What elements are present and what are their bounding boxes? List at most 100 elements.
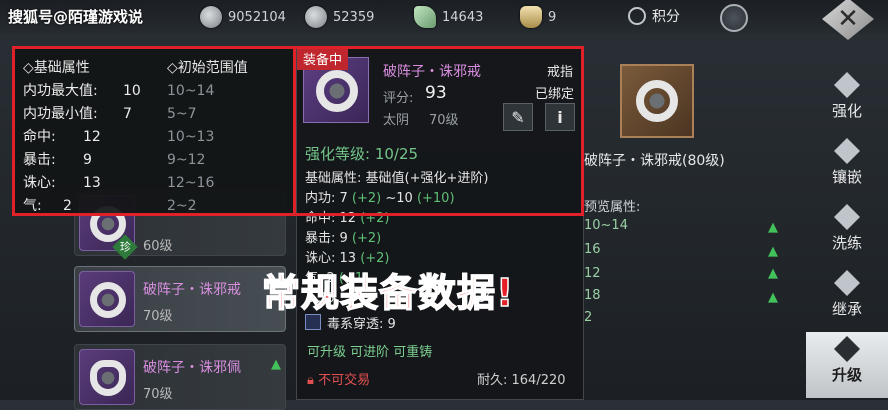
list-item-selected[interactable]: 破阵子・诛邪戒 70级 (74, 266, 286, 332)
compare-item-name: 破阵子・诛邪戒(80级) (584, 153, 725, 169)
equipped-tag: 装备中 (297, 47, 349, 70)
pendant-icon (90, 360, 126, 396)
range-value: 10~13 (167, 129, 215, 145)
points-label: 积分 (652, 9, 680, 25)
ring-icon (316, 70, 358, 112)
item-level: 70级 (143, 309, 173, 324)
jade-leaf-icon (414, 6, 436, 28)
upgrade-icon (834, 336, 860, 362)
currency-value: 9 (548, 9, 557, 25)
preview-label: 预览属性: (584, 200, 641, 215)
stat-row: 气: 2 (23, 198, 72, 214)
base-formula: 基础属性: 基础值(+强化+进阶) (305, 171, 489, 186)
refine-icon (834, 204, 860, 230)
preview-value: 16 (584, 242, 601, 257)
list-item[interactable]: 破阵子・诛邪佩 ▲ 70级 (74, 344, 286, 410)
preview-value: 18 (584, 288, 601, 303)
stat-row: 内功最小值: 7 (23, 106, 132, 122)
enhance-level: 强化等级: 10/25 (305, 145, 419, 163)
affinity: 太阴 (383, 113, 410, 128)
settings-button[interactable] (720, 4, 748, 32)
detail-item-name: 破阵子・诛邪戒 (383, 64, 481, 80)
upgrade-arrow-icon: ▲ (768, 220, 778, 235)
base-stats-panel: ◇基础属性 内功最大值: 10 内功最小值: 7 命中: 12 暴击: 9 诛心: 13 … (12, 46, 296, 216)
item-level: 70级 (143, 387, 173, 402)
range-header: ◇初始范围值 (167, 60, 248, 76)
nav-label: 升级 (831, 366, 862, 384)
range-value: 9~12 (167, 152, 206, 168)
silver-coin-icon (200, 6, 222, 28)
preview-value: 10~14 (584, 218, 628, 233)
upgrade-arrow-icon: ▲ (768, 290, 778, 305)
currency-silver: 9052104 (200, 6, 286, 28)
stats-values: ◇基础属性 内功最大值: 10 内功最小值: 7 命中: 12 暴击: 9 诛心: 13 … (23, 57, 141, 218)
base-stats-header: ◇基础属性 (23, 60, 90, 76)
currency-bound-silver: 52359 (305, 6, 374, 28)
stats-ranges: ◇初始范围值 10~14 5~7 10~13 9~12 12~16 2~2 (167, 57, 248, 218)
stat-row: 诛心: 13 (23, 175, 101, 191)
brush-button[interactable]: ✎ (503, 103, 533, 131)
item-thumbnail (79, 271, 135, 327)
stat-line: 内功: 7 (+2) ~10 (+10) (305, 191, 455, 206)
stat-line: 暴击: 9 (+2) (305, 231, 382, 246)
nav-refine[interactable]: 洗练 (806, 200, 888, 266)
item-level: 60级 (143, 239, 173, 254)
detail-item-type: 戒指 (547, 65, 574, 80)
close-button[interactable]: ✕ (822, 0, 874, 40)
upgrade-arrow-icon: ▲ (768, 266, 778, 281)
currency-value: 14643 (442, 9, 484, 25)
stat-row: 内功最大值: 10 (23, 83, 141, 99)
nav-inherit[interactable]: 继承 (806, 266, 888, 332)
bound-status: 已绑定 (535, 87, 575, 102)
nav-label: 强化 (831, 102, 862, 120)
bound-silver-icon (305, 6, 327, 28)
upgrade-arrow-icon: ▲ (271, 357, 281, 372)
points-icon (628, 7, 646, 25)
stat-row: 命中: 12 (23, 129, 101, 145)
gold-ingot-icon (520, 6, 542, 28)
stat-row: 暴击: 9 (23, 152, 92, 168)
item-thumbnail (79, 349, 135, 405)
stat-line: 命中: 12 (+2) (305, 211, 390, 226)
lock-icon: 🔒︎ (307, 373, 319, 388)
range-value: 2~2 (167, 198, 197, 214)
nav-label: 洗练 (831, 234, 862, 252)
info-button[interactable]: i (545, 103, 575, 131)
overlay-caption: 常规装备数据! (261, 270, 515, 316)
hammer-icon (834, 72, 860, 98)
item-list: 珍 60级 破阵子・诛邪戒 70级 破阵子・诛邪佩 ▲ 70级 (74, 190, 288, 410)
score-value: 93 (425, 83, 447, 103)
not-tradable: 🔒︎ 不可交易 (307, 373, 371, 388)
compare-thumbnail (620, 64, 694, 138)
currency-jade: 14643 (414, 6, 483, 28)
range-value: 12~16 (167, 175, 215, 191)
range-value: 10~14 (167, 83, 215, 99)
upgrade-arrow-icon: ▲ (768, 244, 778, 259)
available-actions: 可升级 可进阶 可重铸 (307, 345, 433, 360)
currency-value: 52359 (333, 9, 375, 25)
nav-label: 镶嵌 (831, 168, 862, 186)
points-button[interactable]: 积分 (628, 6, 680, 26)
ring-icon (90, 282, 126, 318)
info-icon: i (557, 107, 563, 127)
currency-value: 9052104 (228, 9, 286, 25)
preview-value: 12 (584, 266, 601, 281)
ring-icon (636, 80, 678, 122)
nav-label: 继承 (831, 300, 862, 318)
brush-icon: ✎ (511, 107, 525, 127)
inherit-icon (834, 270, 860, 296)
currency-gold: 9 (520, 6, 556, 28)
nav-upgrade[interactable]: 升级 (806, 332, 888, 398)
nav-enhance[interactable]: 强化 (806, 68, 888, 134)
detail-level: 70级 (429, 113, 459, 128)
range-value: 5~7 (167, 106, 197, 122)
watermark: 搜狐号@陌瑾游戏说 (8, 8, 144, 26)
score-label: 评分: (383, 91, 414, 106)
item-name: 破阵子・诛邪戒 (143, 282, 241, 298)
durability: 耐久: 164/220 (477, 373, 566, 388)
preview-value: 2 (584, 310, 593, 325)
item-name: 破阵子・诛邪佩 (143, 360, 241, 376)
top-bar: 搜狐号@陌瑾游戏说 9052104 52359 14643 9 积分 ✕ (0, 0, 888, 40)
nav-inlay[interactable]: 镶嵌 (806, 134, 888, 200)
gem-icon (834, 138, 860, 164)
